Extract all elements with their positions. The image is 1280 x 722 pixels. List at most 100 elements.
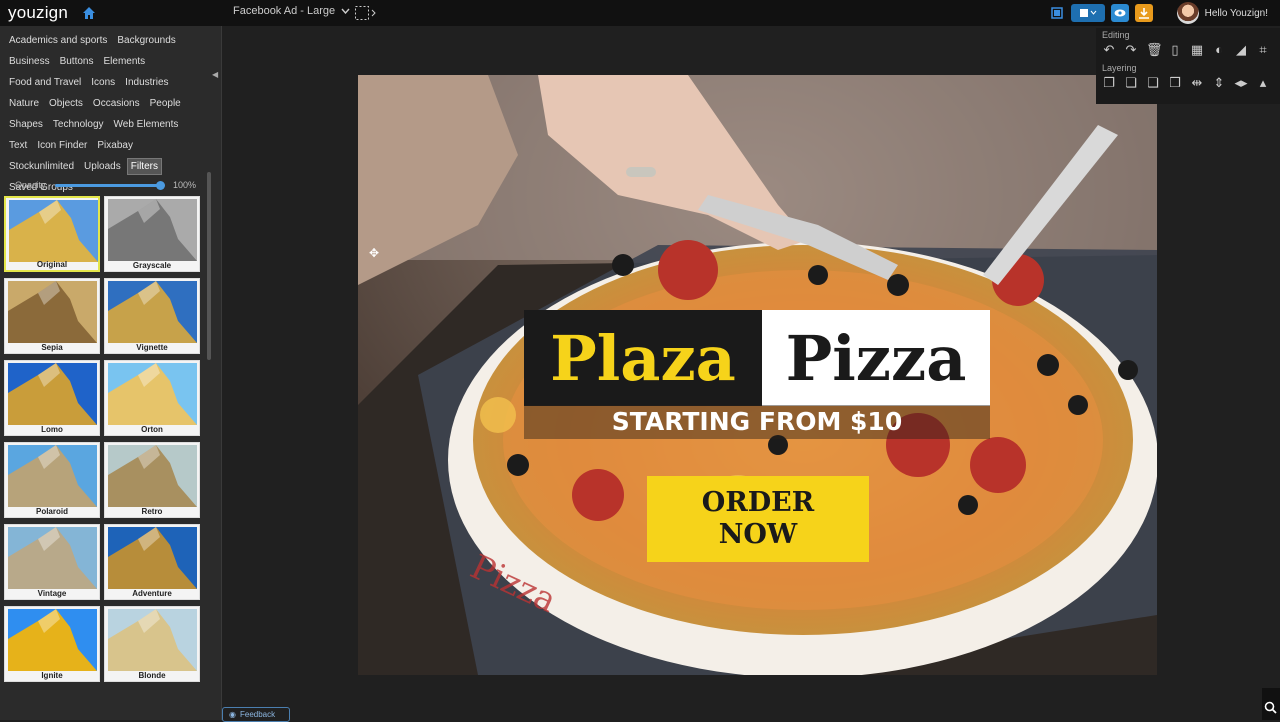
category-objects[interactable]: Objects <box>45 95 87 112</box>
filter-thumbnail <box>108 609 197 671</box>
filter-lomo[interactable]: Lomo <box>4 360 100 436</box>
category-filters[interactable]: Filters <box>126 158 162 175</box>
camera-icon: ◉ <box>229 710 236 719</box>
order-now-button[interactable]: ORDER NOW <box>647 476 869 562</box>
logo[interactable]: youzign <box>8 3 68 23</box>
sidebar-scrollbar[interactable] <box>207 172 211 360</box>
filter-vintage[interactable]: Vintage <box>4 524 100 600</box>
category-list: Academics and sports Backgrounds Busines… <box>0 26 212 198</box>
category-industries[interactable]: Industries <box>121 74 172 91</box>
save-icon <box>1079 9 1096 17</box>
category-nature[interactable]: Nature <box>5 95 43 112</box>
filter-thumbnail <box>9 200 98 262</box>
send-back-icon[interactable]: ❒ <box>1168 76 1182 90</box>
headline-part-2[interactable]: Pizza <box>762 310 990 406</box>
design-canvas[interactable]: Pizza Plaza Pizza STARTING FROM $10 ORDE… <box>358 75 1157 675</box>
copy-icon[interactable]: ▯ <box>1168 43 1182 57</box>
filter-grayscale[interactable]: Grayscale <box>104 196 200 272</box>
category-buttons[interactable]: Buttons <box>56 53 98 70</box>
filter-retro[interactable]: Retro <box>104 442 200 518</box>
shape-icon[interactable]: ◐ <box>1212 43 1226 57</box>
category-pixabay[interactable]: Pixabay <box>93 137 137 154</box>
category-shapes[interactable]: Shapes <box>5 116 47 133</box>
fullscreen-icon[interactable] <box>1049 5 1065 21</box>
filter-ignite[interactable]: Ignite <box>4 606 100 682</box>
filter-vignette[interactable]: Vignette <box>104 278 200 354</box>
flip-horizontal-icon[interactable]: ◂▸ <box>1234 76 1248 90</box>
category-people[interactable]: People <box>146 95 185 112</box>
filter-label: Blonde <box>138 671 166 680</box>
filter-thumbnail <box>108 527 197 589</box>
editing-tools: ↶ ↷ 🗑 ▯ ▦ ◐ ◢ ⌗ <box>1102 43 1280 57</box>
headline[interactable]: Plaza Pizza <box>524 310 990 406</box>
filter-thumbnail <box>8 445 97 507</box>
opacity-slider[interactable] <box>55 180 165 190</box>
price-subtitle[interactable]: STARTING FROM $10 <box>524 405 990 439</box>
category-business[interactable]: Business <box>5 53 54 70</box>
filter-thumbnail <box>108 363 197 425</box>
flip-vertical-icon[interactable]: ▴ <box>1256 76 1270 90</box>
category-food-travel[interactable]: Food and Travel <box>5 74 85 91</box>
category-technology[interactable]: Technology <box>49 116 108 133</box>
delete-icon[interactable]: 🗑 <box>1146 43 1163 57</box>
user-greeting[interactable]: Hello Youzign! <box>1205 8 1268 19</box>
filter-adventure[interactable]: Adventure <box>104 524 200 600</box>
opacity-label: Opacity <box>15 180 46 190</box>
preview-button[interactable] <box>1110 4 1129 22</box>
category-text[interactable]: Text <box>5 137 31 154</box>
filter-label: Lomo <box>41 425 63 434</box>
sidebar: Academics and sports Backgrounds Busines… <box>0 26 222 720</box>
filter-thumbnail <box>108 445 197 507</box>
undo-icon[interactable]: ↶ <box>1102 43 1116 57</box>
filter-orton[interactable]: Orton <box>104 360 200 436</box>
crop-icon[interactable] <box>354 5 376 21</box>
align-horizontal-icon[interactable]: ⇹ <box>1190 76 1204 90</box>
feedback-label: Feedback <box>239 710 276 719</box>
filter-sepia[interactable]: Sepia <box>4 278 100 354</box>
category-icons[interactable]: Icons <box>87 74 119 91</box>
category-stockunlimited[interactable]: Stockunlimited <box>5 158 78 175</box>
align-vertical-icon[interactable]: ⇕ <box>1212 76 1226 90</box>
category-uploads[interactable]: Uploads <box>80 158 125 175</box>
category-occasions[interactable]: Occasions <box>89 95 144 112</box>
redo-icon[interactable]: ↷ <box>1124 43 1138 57</box>
category-academics[interactable]: Academics and sports <box>5 32 111 49</box>
document-size-select[interactable]: Facebook Ad - Large <box>233 5 350 17</box>
filter-thumbnail <box>108 199 197 261</box>
send-backward-icon[interactable]: ❑ <box>1146 76 1160 90</box>
top-bar: youzign Facebook Ad - Large Hello Youzig… <box>0 0 1280 26</box>
filter-blonde[interactable]: Blonde <box>104 606 200 682</box>
save-button[interactable] <box>1070 4 1105 22</box>
filter-thumbnail <box>8 527 97 589</box>
category-icon-finder[interactable]: Icon Finder <box>33 137 91 154</box>
edit-panel: Editing ↶ ↷ 🗑 ▯ ▦ ◐ ◢ ⌗ Layering ❐ ❏ ❑ ❒… <box>1096 28 1280 104</box>
download-button[interactable] <box>1134 4 1153 22</box>
grid-icon[interactable]: ▦ <box>1190 43 1204 57</box>
home-icon[interactable] <box>82 6 96 20</box>
avatar[interactable] <box>1176 2 1199 24</box>
filter-label: Vignette <box>136 343 168 352</box>
search-corner[interactable] <box>1262 688 1280 720</box>
eraser-icon[interactable]: ◢ <box>1234 43 1248 57</box>
filter-original[interactable]: Original <box>4 196 100 272</box>
category-web-elements[interactable]: Web Elements <box>110 116 183 133</box>
bring-front-icon[interactable]: ❐ <box>1102 76 1116 90</box>
top-right-actions: Hello Youzign! <box>1049 2 1280 24</box>
opacity-control: Opacity 100% <box>15 178 200 192</box>
bring-forward-icon[interactable]: ❏ <box>1124 76 1138 90</box>
crop-tool-icon[interactable]: ⌗ <box>1256 43 1270 57</box>
opacity-value: 100% <box>173 180 197 190</box>
headline-part-1[interactable]: Plaza <box>524 310 762 406</box>
filter-label: Original <box>36 260 68 269</box>
search-icon <box>1264 701 1277 714</box>
filter-label: Adventure <box>132 589 172 598</box>
filter-label: Retro <box>141 507 163 516</box>
filter-label: Sepia <box>41 343 63 352</box>
filter-label: Vintage <box>37 589 67 598</box>
filter-polaroid[interactable]: Polaroid <box>4 442 100 518</box>
category-backgrounds[interactable]: Backgrounds <box>113 32 179 49</box>
category-elements[interactable]: Elements <box>100 53 150 70</box>
filter-thumbnail <box>8 609 97 671</box>
opacity-slider-knob[interactable] <box>156 180 165 190</box>
collapse-sidebar-icon[interactable]: ◀ <box>212 70 218 79</box>
